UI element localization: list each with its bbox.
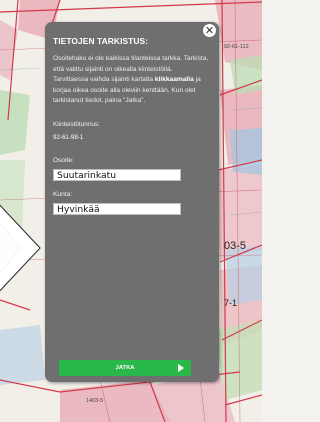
property-id-value: 92-61-98-1 [53, 133, 84, 141]
municipality-label: Kunta: [53, 190, 73, 198]
map-parcel-label: 92-61-112 [224, 44, 249, 50]
property-id-label: Kiinteistötunnus: [53, 120, 100, 128]
dialog-title: TIETOJEN TARKISTUS: [53, 36, 149, 46]
continue-button[interactable]: JATKA [59, 360, 191, 376]
address-field[interactable]: Suutarinkatu [53, 168, 181, 181]
instructions-text: Osoitehaku ei ole kaikissa tilanteissa t… [53, 54, 209, 107]
close-icon[interactable]: ✕ [203, 24, 216, 37]
instructions-emphasis: klikkaamalla [154, 76, 194, 84]
continue-button-label: JATKA [115, 365, 135, 371]
property-check-dialog: TIETOJEN TARKISTUS: Osoitehaku ei ole ka… [45, 22, 219, 382]
map-parcel-label: 7-1 [224, 298, 238, 308]
municipality-field[interactable]: Hyvinkää [53, 202, 181, 215]
address-label: Osoite: [53, 156, 74, 164]
play-arrow-icon [178, 364, 184, 372]
map-parcel-label: 1403-5 [86, 398, 104, 404]
map-parcel-label-large: 03-5 [224, 240, 247, 252]
